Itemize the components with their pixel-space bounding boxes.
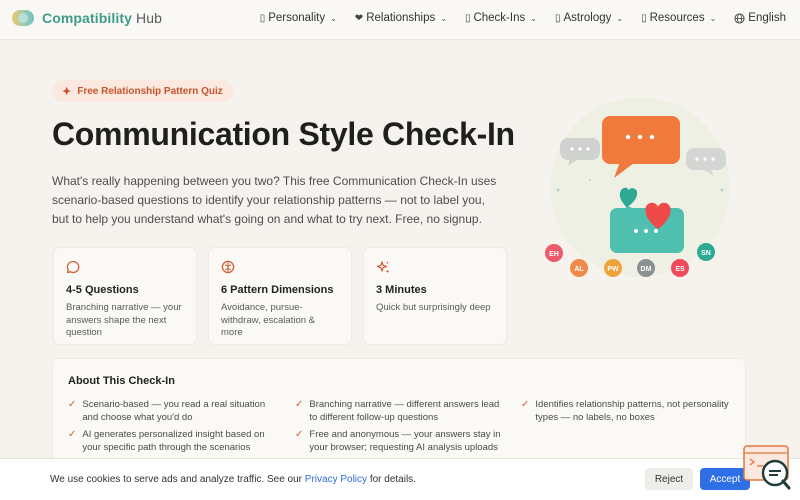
brand-part1: Compatibility	[42, 10, 132, 26]
about-item: ✓ Free and anonymous — your answers stay…	[295, 429, 505, 454]
check-icon: ✓	[68, 429, 77, 440]
avatar-initials: AL	[574, 266, 584, 273]
top-nav: Compatibility Hub ▯ Personality ⌄ ❤ Rela…	[0, 0, 800, 40]
privacy-policy-link[interactable]: Privacy Policy	[305, 474, 367, 485]
nav-label: Astrology	[563, 12, 612, 24]
check-icon: ✓	[295, 399, 304, 410]
nav-label: Personality	[268, 12, 326, 24]
language-label: English	[748, 12, 786, 24]
chevron-down-icon: ⌄	[530, 13, 537, 23]
nav-item-resources[interactable]: ▯ Resources ⌄	[641, 12, 716, 24]
reject-button[interactable]: Reject	[645, 468, 693, 490]
nav-menu: ▯ Personality ⌄ ❤ Relationships ⌄ ▯ Chec…	[260, 12, 786, 24]
about-item-text: AI generates personalized insight based …	[82, 429, 265, 453]
avatar: ES	[671, 259, 689, 277]
check-icon: ✓	[68, 399, 77, 410]
feature-card-minutes: 3 Minutes Quick but surprisingly deep	[363, 247, 507, 345]
logo[interactable]: Compatibility Hub	[12, 10, 162, 26]
about-heading: About This Check-In	[68, 375, 175, 387]
feature-title: 6 Pattern Dimensions	[221, 284, 334, 296]
avatar: AL	[570, 259, 588, 277]
logo-icon	[12, 10, 34, 26]
chevron-down-icon: ⌄	[709, 13, 717, 23]
heart-icon: ❤	[354, 12, 364, 24]
check-icon: ✓	[295, 429, 304, 440]
avatar: PW	[604, 259, 622, 277]
hero-illustration: EH AL PW DM ES SN	[545, 97, 730, 277]
page-title: Communication Style Check-In	[52, 116, 515, 152]
cookie-text-end: for details.	[369, 474, 416, 485]
avatar: SN	[697, 243, 715, 261]
feature-desc: Branching narrative — your answers shape…	[66, 302, 182, 338]
missing-glyph-icon: ▯	[554, 12, 561, 24]
feature-title: 3 Minutes	[376, 284, 427, 296]
language-selector[interactable]: English	[734, 12, 786, 24]
feature-card-questions: 4-5 Questions Branching narrative — your…	[53, 247, 197, 345]
missing-glyph-icon: ▯	[641, 12, 647, 24]
chevron-down-icon: ⌄	[616, 13, 624, 23]
cookie-message: We use cookies to serve ads and analyze …	[50, 474, 416, 485]
nav-item-relationships[interactable]: ❤ Relationships ⌄	[355, 12, 447, 24]
about-item: ✓ AI generates personalized insight base…	[68, 429, 273, 454]
check-icon: ✓	[521, 399, 530, 410]
avatar: EH	[545, 244, 563, 262]
chevron-down-icon: ⌄	[440, 13, 447, 23]
sparkles-icon	[376, 260, 494, 276]
avatar-initials: ES	[675, 266, 685, 273]
quiz-badge: ✦ Free Relationship Pattern Quiz	[52, 80, 233, 102]
avatar-initials: DM	[641, 266, 652, 273]
about-item: ✓ Identifies relationship patterns, not …	[521, 399, 731, 424]
nav-item-personality[interactable]: ▯ Personality ⌄	[260, 12, 337, 24]
brain-icon	[221, 260, 339, 276]
about-item-text: Identifies relationship patterns, not pe…	[535, 399, 729, 423]
nav-item-check-ins[interactable]: ▯ Check-Ins ⌄	[465, 12, 537, 24]
intro-text: What's really happening between you two?…	[52, 174, 497, 226]
cookie-banner: We use cookies to serve ads and analyze …	[0, 458, 800, 500]
globe-icon	[734, 12, 745, 24]
brand-name: Compatibility Hub	[42, 10, 162, 26]
feature-title: 4-5 Questions	[66, 284, 139, 296]
about-item: ✓ Scenario-based — you read a real situa…	[68, 399, 273, 424]
about-item: ✓ Branching narrative — different answer…	[295, 399, 505, 424]
nav-label: Check-Ins	[473, 12, 526, 24]
sparkle-icon: ✦	[62, 85, 72, 98]
nav-label: Resources	[649, 12, 705, 24]
chat-bubble-icon	[66, 260, 184, 276]
nav-label: Relationships	[366, 12, 436, 24]
nav-item-astrology[interactable]: ▯ Astrology ⌄	[555, 12, 623, 24]
feature-card-dimensions: 6 Pattern Dimensions Avoidance, pursue-w…	[208, 247, 352, 345]
chat-help-icon[interactable]	[742, 444, 792, 490]
cookie-text: We use cookies to serve ads and analyze …	[50, 474, 302, 485]
avatar-initials: PW	[607, 266, 619, 273]
about-item-text: Scenario-based — you read a real situati…	[82, 399, 266, 423]
avatar-initials: EH	[549, 251, 559, 258]
missing-glyph-icon: ▯	[259, 12, 266, 24]
badge-label: Free Relationship Pattern Quiz	[77, 85, 223, 97]
missing-glyph-icon: ▯	[464, 12, 471, 24]
feature-desc: Avoidance, pursue-withdraw, escalation &…	[221, 302, 315, 338]
avatar: DM	[637, 259, 655, 277]
about-item-text: Free and anonymous — your answers stay i…	[309, 429, 501, 453]
avatar-initials: SN	[701, 250, 711, 257]
chevron-down-icon: ⌄	[330, 13, 337, 23]
about-item-text: Branching narrative — different answers …	[309, 399, 500, 423]
feature-desc: Quick but surprisingly deep	[376, 302, 491, 313]
brand-part2: Hub	[135, 10, 162, 26]
